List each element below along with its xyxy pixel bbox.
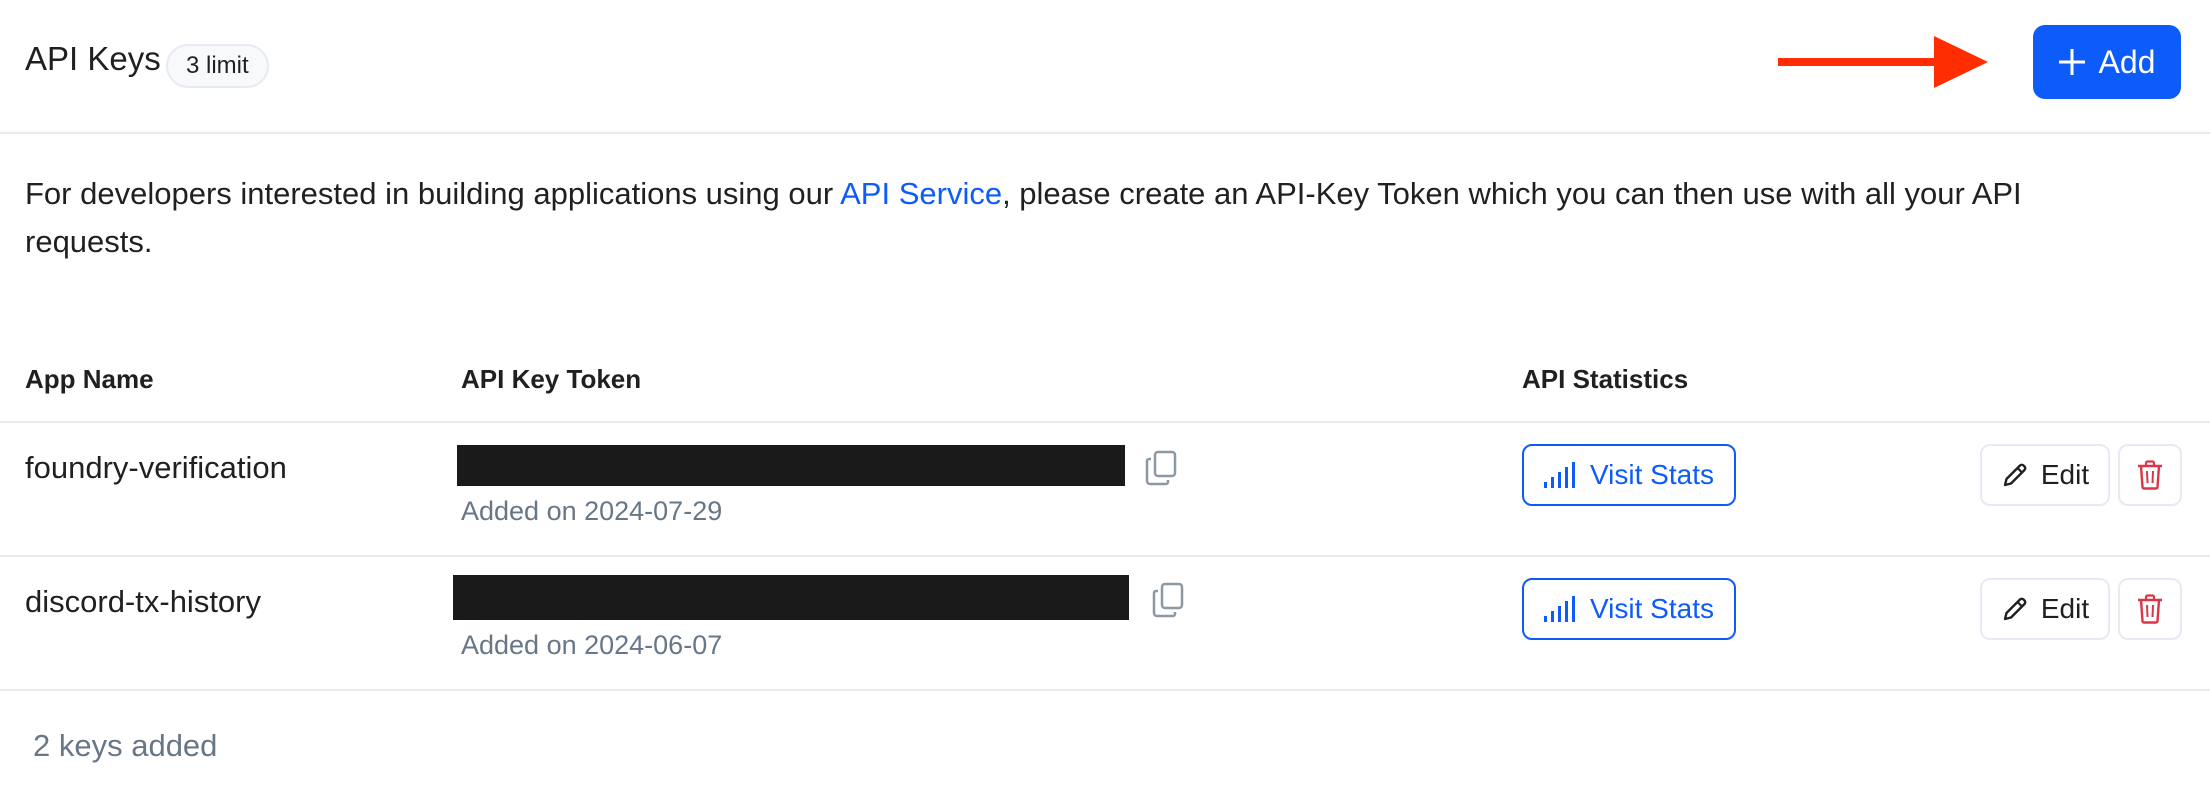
edit-button[interactable]: Edit: [1980, 444, 2110, 506]
column-header-app-name: App Name: [25, 364, 154, 394]
plus-icon: [2058, 49, 2085, 75]
added-date: Added on 2024-06-07: [461, 630, 723, 660]
column-header-api-key-token: API Key Token: [461, 364, 642, 394]
description-text: For developers interested in building ap…: [25, 170, 2125, 266]
row-divider: [0, 689, 2210, 691]
limit-badge: 3 limit: [166, 44, 269, 88]
keys-count: 2 keys added: [33, 728, 218, 763]
redacted-token: [457, 445, 1125, 486]
visit-stats-label: Visit Stats: [1590, 459, 1714, 490]
row-divider: [0, 555, 2210, 557]
visit-stats-button[interactable]: Visit Stats: [1522, 578, 1736, 640]
column-header-api-statistics: API Statistics: [1522, 364, 1689, 394]
copy-icon[interactable]: [1145, 450, 1179, 486]
signal-bars-icon: [1544, 596, 1575, 622]
row-divider: [0, 421, 2210, 423]
pencil-icon: [2003, 463, 2027, 487]
delete-button[interactable]: [2118, 578, 2182, 640]
trash-icon: [2138, 460, 2162, 490]
app-name: discord-tx-history: [25, 584, 261, 619]
trash-icon: [2138, 594, 2162, 624]
page-title: API Keys: [25, 40, 161, 77]
signal-bars-icon: [1544, 462, 1575, 488]
pencil-icon: [2003, 597, 2027, 621]
edit-label: Edit: [2040, 593, 2090, 624]
arrow-right-icon: [1778, 36, 1988, 88]
api-service-link[interactable]: API Service: [840, 176, 1002, 211]
visit-stats-button[interactable]: Visit Stats: [1522, 444, 1736, 506]
delete-button[interactable]: [2118, 444, 2182, 506]
page-header: API Keys 3 limit Add: [0, 0, 2210, 134]
edit-label: Edit: [2040, 459, 2090, 490]
copy-icon[interactable]: [1152, 582, 1186, 618]
app-name: foundry-verification: [25, 450, 287, 485]
redacted-token: [453, 575, 1129, 620]
description-before: For developers interested in building ap…: [25, 176, 841, 211]
visit-stats-label: Visit Stats: [1590, 593, 1714, 624]
add-key-button[interactable]: Add: [2033, 25, 2181, 99]
added-date: Added on 2024-07-29: [461, 496, 723, 526]
add-button-label: Add: [2098, 43, 2156, 80]
edit-button[interactable]: Edit: [1980, 578, 2110, 640]
